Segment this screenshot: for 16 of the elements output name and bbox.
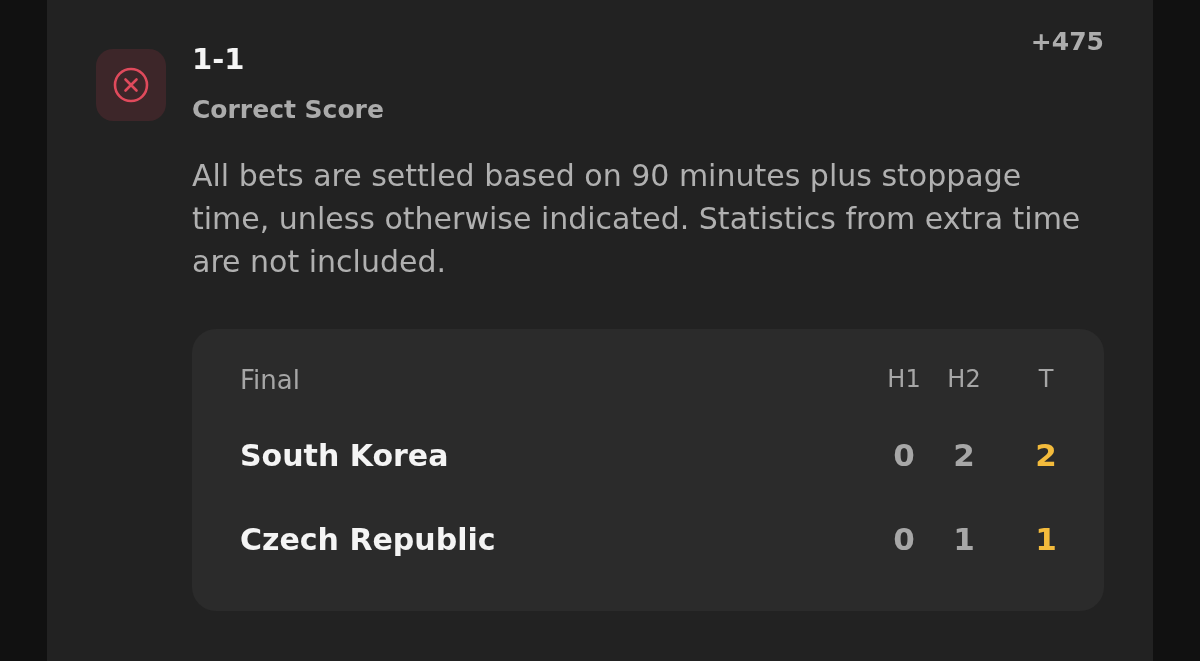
odds-value: +475 [1030, 26, 1104, 58]
column-header: H1 [886, 364, 922, 395]
score-value: 2 [952, 435, 976, 475]
score-value: 1 [952, 519, 976, 559]
score-value: 0 [892, 435, 916, 475]
match-status: Final [240, 364, 301, 397]
market-name: Correct Score [192, 94, 385, 126]
column-header: T [1037, 364, 1055, 395]
team-name: Czech Republic [240, 520, 497, 559]
score-value: 2 [1034, 435, 1058, 475]
column-header: H2 [946, 364, 982, 395]
score-value: 1 [1034, 519, 1058, 559]
rules-text: All bets are settled based on 90 minutes plus stoppage time, unless otherwise indicated. Statistics from extra time are not included. [192, 157, 1082, 281]
team-name: South Korea [240, 436, 450, 475]
score-value: 0 [892, 519, 916, 559]
bet-selection: 1-1 [192, 41, 246, 77]
